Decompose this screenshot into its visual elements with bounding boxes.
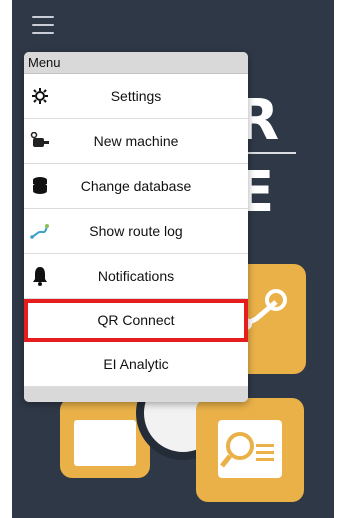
menu-item-label: EI Analytic xyxy=(103,356,169,372)
app-screen: R E Menu Settings New machine Change dat… xyxy=(12,0,334,518)
dropdown-menu: Menu Settings New machine Change databas… xyxy=(24,52,248,402)
menu-header: Menu xyxy=(24,52,248,74)
menu-item-label: Notifications xyxy=(97,268,175,284)
menu-item-settings[interactable]: Settings xyxy=(24,74,248,119)
hamburger-menu-icon[interactable] xyxy=(32,16,54,36)
menu-item-change-database[interactable]: Change database xyxy=(24,164,248,209)
menu-footer xyxy=(24,387,248,402)
gear-icon xyxy=(29,85,51,107)
menu-item-label: New machine xyxy=(93,133,179,149)
menu-item-new-machine[interactable]: New machine xyxy=(24,119,248,164)
menu-item-label: Change database xyxy=(80,178,192,194)
menu-item-ei-analytic[interactable]: EI Analytic xyxy=(24,342,248,387)
database-icon xyxy=(29,175,51,197)
menu-item-notifications[interactable]: Notifications xyxy=(24,254,248,299)
search-document-icon xyxy=(218,420,282,478)
menu-item-label: Show route log xyxy=(89,223,183,239)
menu-item-qr-connect[interactable]: QR Connect xyxy=(24,299,248,342)
menu-item-label: Settings xyxy=(110,88,162,104)
route-icon xyxy=(29,220,51,242)
search-tile[interactable] xyxy=(196,398,304,502)
machine-icon xyxy=(29,130,51,152)
folder-icon xyxy=(74,420,136,466)
bell-icon xyxy=(29,265,51,287)
menu-item-label: QR Connect xyxy=(97,312,175,328)
menu-item-show-route-log[interactable]: Show route log xyxy=(24,209,248,254)
